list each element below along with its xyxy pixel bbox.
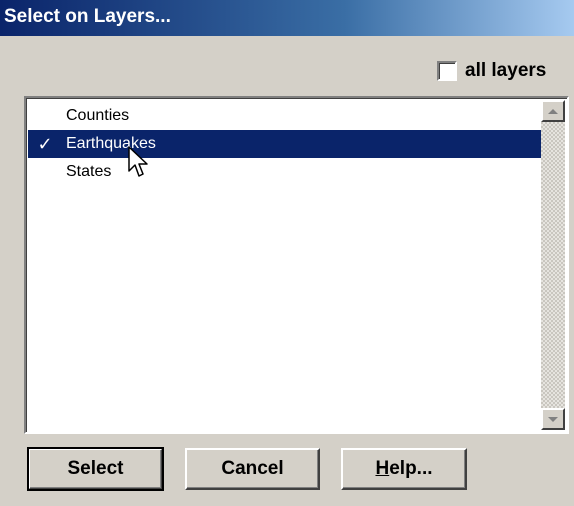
- mouse-pointer-icon: [128, 146, 148, 177]
- select-button[interactable]: Select: [27, 447, 164, 491]
- title-bar[interactable]: Select on Layers...: [0, 0, 574, 36]
- arrow-up-icon: [548, 108, 558, 114]
- all-layers-checkbox[interactable]: all layers: [437, 58, 546, 84]
- list-item-states[interactable]: States: [28, 158, 544, 186]
- list-item-earthquakes[interactable]: ✓ Earthquakes: [28, 130, 544, 158]
- help-button[interactable]: Help...: [341, 448, 467, 490]
- list-item-label: Counties: [66, 107, 130, 124]
- help-label: elp...: [389, 458, 433, 479]
- scroll-down-button[interactable]: [541, 408, 565, 430]
- help-hotkey: H: [375, 458, 390, 479]
- arrow-down-icon: [548, 416, 558, 422]
- checkmark-icon: ✓: [37, 134, 53, 154]
- vertical-scrollbar[interactable]: [541, 100, 565, 430]
- list-item-counties[interactable]: Counties: [28, 102, 544, 130]
- window-title: Select on Layers...: [4, 6, 171, 27]
- all-layers-label: all layers: [465, 60, 547, 81]
- list-item-label: States: [66, 163, 112, 180]
- checkbox-icon[interactable]: [437, 61, 457, 81]
- cancel-button[interactable]: Cancel: [185, 448, 320, 490]
- layer-listbox[interactable]: Counties ✓ Earthquakes States: [24, 96, 569, 434]
- layer-list: Counties ✓ Earthquakes States: [28, 102, 544, 186]
- scroll-up-button[interactable]: [541, 100, 565, 122]
